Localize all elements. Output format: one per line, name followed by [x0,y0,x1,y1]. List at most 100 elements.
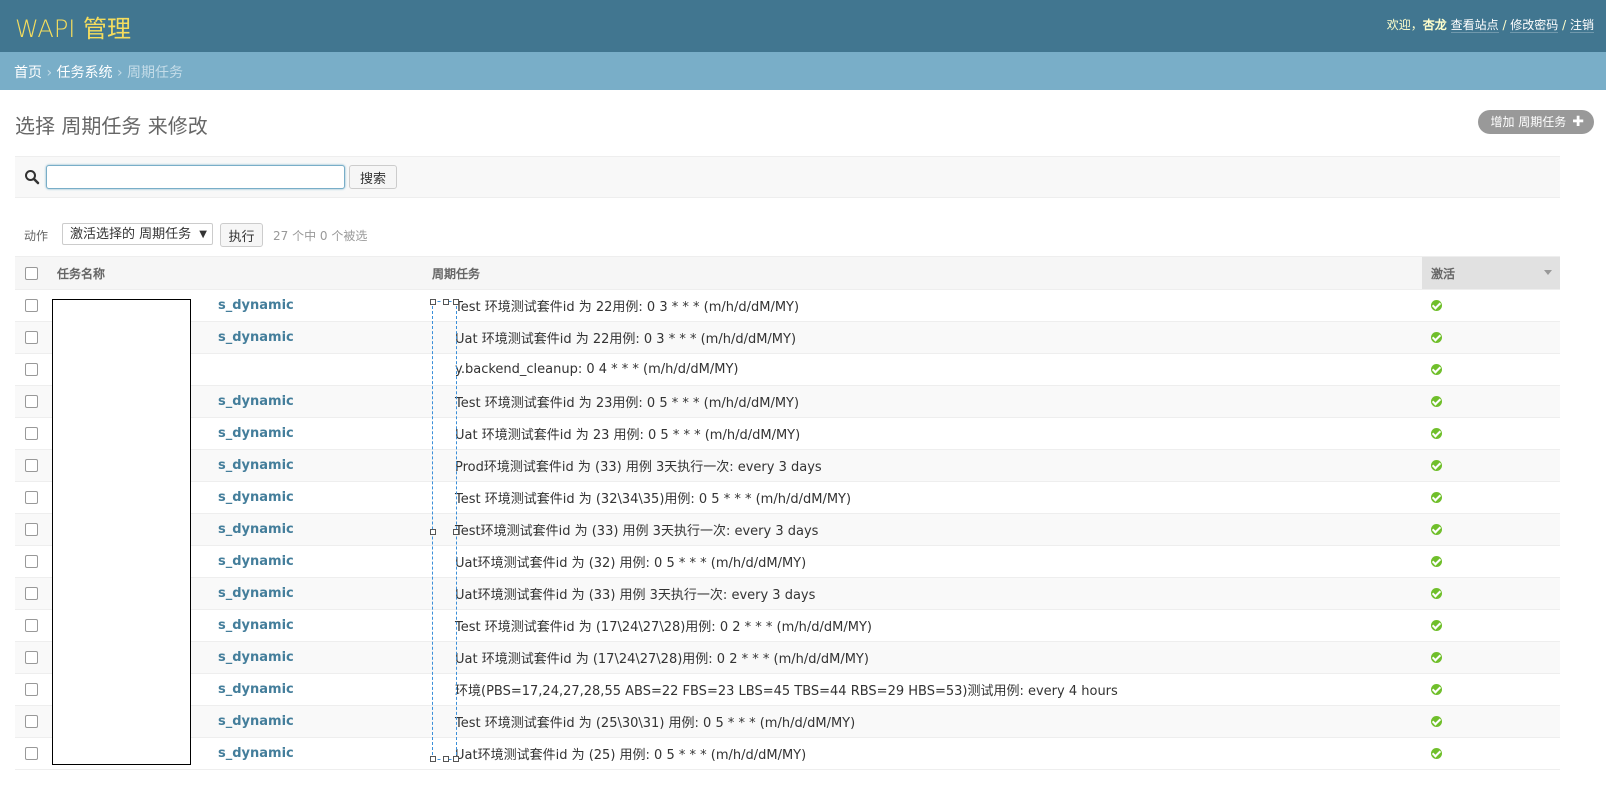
schedule-cell: Test环境测试套件id 为 (33) 用例 3天执行一次: every 3 d… [430,513,1422,546]
check-circle-icon [1431,428,1442,439]
schedule-text: 环境(PBS=17,24,27,28,55 ABS=22 FBS=23 LBS=… [455,684,1118,699]
row-checkbox[interactable] [25,363,38,376]
check-circle-icon [1431,556,1442,567]
view-site-link[interactable]: 查看站点 [1450,18,1499,33]
row-checkbox[interactable] [25,747,38,760]
schedule-text: Uat 环境测试套件id 为 (17\24\27\28)用例: 0 2 * * … [455,652,869,667]
active-cell [1422,545,1560,578]
search-input[interactable] [46,165,345,189]
row-checkbox[interactable] [25,395,38,408]
row-checkbox[interactable] [25,651,38,664]
separator: / [1558,18,1570,32]
check-circle-icon [1431,396,1442,407]
header: WAPI 管理 欢迎，杏龙 查看站点 / 修改密码 / 注销 [0,0,1606,52]
row-checkbox[interactable] [25,683,38,696]
resize-handle[interactable] [443,756,449,762]
table-row: s_dynamic Test 环境测试套件id 为 (25\30\31) 用例: … [15,705,1560,738]
row-checkbox[interactable] [25,459,38,472]
breadcrumb-home[interactable]: 首页 [14,65,42,81]
active-cell [1422,737,1560,770]
resize-handle[interactable] [430,529,436,535]
row-checkbox[interactable] [25,523,38,536]
column-header-active[interactable]: 激活 [1422,256,1560,290]
resize-handle[interactable] [443,299,449,305]
active-cell [1422,417,1560,450]
actions-bar: 动作 激活选择的 周期任务 ▼ 执行 27 个中 0 个被选 [15,222,1560,247]
schedule-cell: Test 环境测试套件id 为 23用例: 0 5 * * * (m/h/d/d… [430,385,1422,418]
schedule-text: Prod环境测试套件id 为 (33) 用例 3天执行一次: every 3 d… [455,460,822,475]
sort-desc-icon [1544,270,1552,275]
schedule-text: Test 环境测试套件id 为 23用例: 0 5 * * * (m/h/d/d… [455,396,800,411]
action-select[interactable]: 激活选择的 周期任务 ▼ [62,223,213,245]
check-circle-icon [1431,460,1442,471]
row-select-cell [15,353,45,386]
resize-handle[interactable] [453,299,459,305]
schedule-text: y.backend_cleanup: 0 4 * * * (m/h/d/dM/M… [455,362,739,377]
selection-counter: 27 个中 0 个被选 [273,229,368,243]
row-checkbox[interactable] [25,491,38,504]
select-all-checkbox[interactable] [25,267,38,280]
column-header-schedule[interactable]: 周期任务 [430,256,1422,290]
schedule-cell: Uat 环境测试套件id 为 22用例: 0 3 * * * (m/h/d/dM… [430,321,1422,354]
row-select-cell [15,641,45,674]
row-checkbox[interactable] [25,619,38,632]
row-select-cell [15,705,45,738]
row-select-cell [15,289,45,322]
site-brand[interactable]: WAPI 管理 [15,9,131,44]
row-select-cell [15,513,45,546]
execute-action-button[interactable]: 执行 [220,223,263,247]
user-tools: 欢迎，杏龙 查看站点 / 修改密码 / 注销 [1387,16,1594,33]
resize-handle[interactable] [453,756,459,762]
check-circle-icon [1431,524,1442,535]
chevron-down-icon: ▼ [199,229,207,240]
row-select-cell [15,385,45,418]
active-cell [1422,641,1560,674]
breadcrumb-app[interactable]: 任务系统 [57,65,113,81]
active-cell [1422,481,1560,514]
schedule-cell: Test 环境测试套件id 为 (25\30\31) 用例: 0 5 * * *… [430,705,1422,738]
check-circle-icon [1431,364,1442,375]
schedule-text: Test 环境测试套件id 为 (25\30\31) 用例: 0 5 * * *… [455,716,856,731]
row-checkbox[interactable] [25,331,38,344]
select-all-cell [15,256,45,290]
row-checkbox[interactable] [25,555,38,568]
schedule-text: Uat环境测试套件id 为 (33) 用例 3天执行一次: every 3 da… [455,588,816,603]
active-cell [1422,705,1560,738]
schedule-text: Test环境测试套件id 为 (33) 用例 3天执行一次: every 3 d… [455,524,819,539]
add-periodic-task-button[interactable]: 增加 周期任务 ✚ [1478,110,1594,134]
table-row: s_dynamic Uat环境测试套件id 为 (25) 用例: 0 5 * * … [15,737,1560,770]
resize-handle[interactable] [430,299,436,305]
change-password-link[interactable]: 修改密码 [1510,18,1559,33]
schedule-cell: Test 环境测试套件id 为 22用例: 0 3 * * * (m/h/d/d… [430,289,1422,322]
active-cell [1422,513,1560,546]
table-row: s_dynamic Uat 环境测试套件id 为 22用例: 0 3 * * * … [15,321,1560,354]
schedule-text: Uat环境测试套件id 为 (25) 用例: 0 5 * * * (m/h/d/… [455,748,807,763]
schedule-text: Test 环境测试套件id 为 (32\34\35)用例: 0 5 * * * … [455,492,852,507]
row-checkbox[interactable] [25,299,38,312]
active-cell [1422,289,1560,322]
schedule-cell: y.backend_cleanup: 0 4 * * * (m/h/d/dM/M… [430,353,1422,386]
column-header-name[interactable]: 任务名称 [45,256,430,290]
schedule-text: Uat 环境测试套件id 为 22用例: 0 3 * * * (m/h/d/dM… [455,332,797,347]
action-label: 动作 [24,229,49,243]
schedule-cell: Uat环境测试套件id 为 (25) 用例: 0 5 * * * (m/h/d/… [430,737,1422,770]
search-button[interactable]: 搜索 [349,165,397,189]
resize-handle[interactable] [430,756,436,762]
table-row: s_dynamic Test 环境测试套件id 为 23用例: 0 5 * * *… [15,385,1560,418]
schedule-cell: Prod环境测试套件id 为 (33) 用例 3天执行一次: every 3 d… [430,449,1422,482]
row-select-cell [15,609,45,642]
row-select-cell [15,673,45,706]
row-checkbox[interactable] [25,427,38,440]
check-circle-icon [1431,492,1442,503]
schedule-cell: Uat环境测试套件id 为 (33) 用例 3天执行一次: every 3 da… [430,577,1422,610]
redaction-box [52,299,191,765]
active-cell [1422,385,1560,418]
active-cell [1422,609,1560,642]
resize-handle[interactable] [453,529,459,535]
add-button-label: 增加 周期任务 [1490,115,1567,129]
logout-link[interactable]: 注销 [1569,18,1594,33]
check-circle-icon [1431,588,1442,599]
row-checkbox[interactable] [25,587,38,600]
table-row: s_dynamic Test环境测试套件id 为 (33) 用例 3天执行一次: … [15,513,1560,546]
row-checkbox[interactable] [25,715,38,728]
